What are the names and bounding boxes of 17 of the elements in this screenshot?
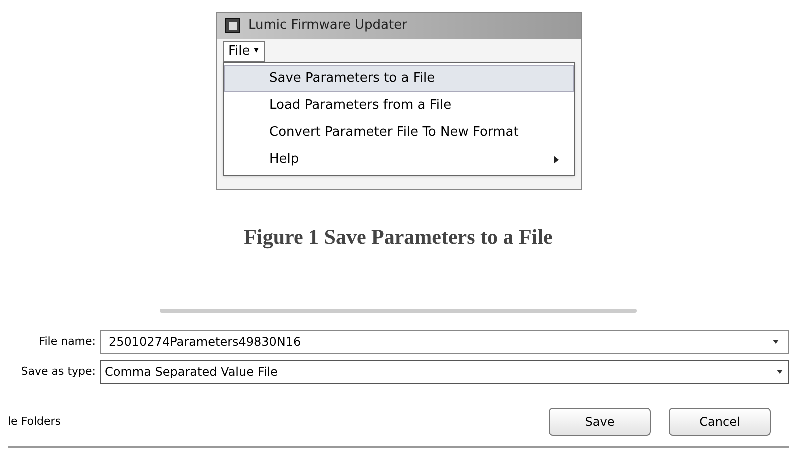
menu-item[interactable]: Save Parameters to a File — [224, 65, 574, 92]
file-type-dropdown[interactable]: Comma Separated Value File — [100, 360, 789, 384]
field-label: Save as type: — [20, 364, 96, 380]
field-label: File name: — [38, 334, 96, 350]
figure-caption: Figure 1 Save Parameters to a File — [244, 224, 553, 251]
menu-item[interactable]: Help — [224, 146, 574, 173]
file-menu[interactable]: File ▾ — [222, 41, 265, 62]
dialog-button[interactable]: Save — [549, 408, 651, 436]
window-title: Lumic Firmware Updater — [248, 17, 408, 36]
app-icon — [224, 18, 240, 34]
dropdown-arrow-icon[interactable] — [776, 369, 784, 375]
folders-toggle[interactable]: le Folders — [8, 414, 549, 430]
dialog-button[interactable]: Cancel — [669, 408, 771, 436]
file-name-field[interactable]: 25010274Parameters49830N16 — [100, 330, 789, 354]
menu-item[interactable]: Load Parameters from a File — [224, 92, 574, 119]
menu-item[interactable]: Convert Parameter File To New Format — [224, 119, 574, 146]
dropdown-arrow-icon[interactable] — [772, 339, 780, 345]
